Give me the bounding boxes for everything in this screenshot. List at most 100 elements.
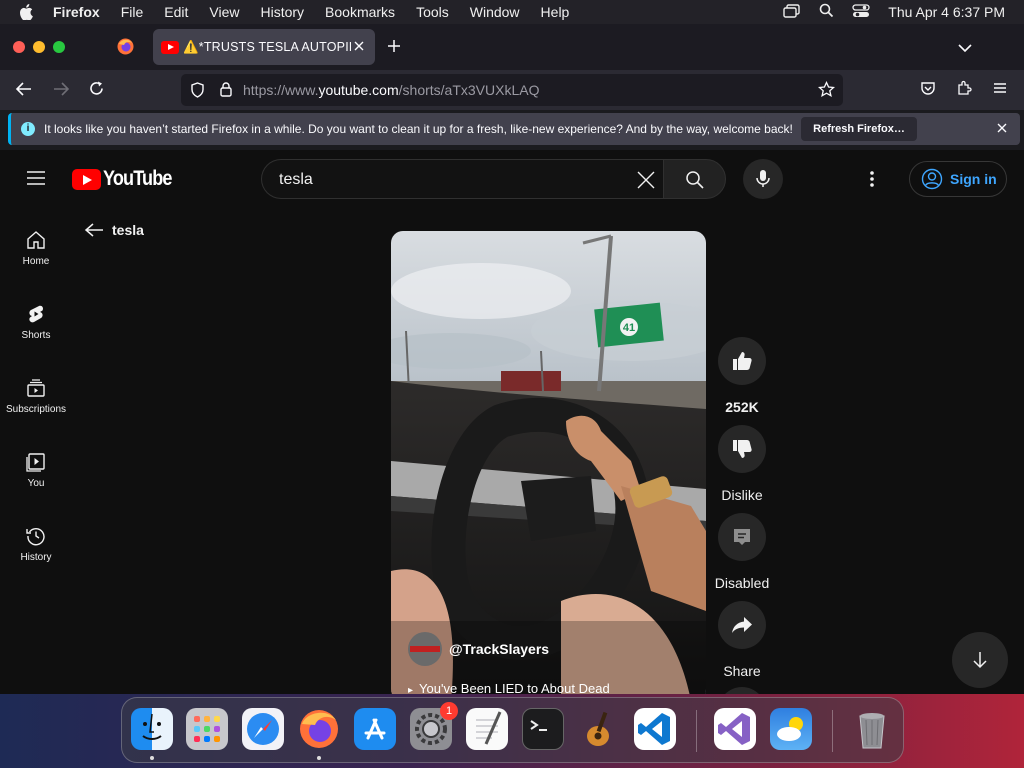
menu-help[interactable]: Help (541, 4, 570, 20)
bookmark-star-icon[interactable] (817, 80, 836, 103)
clear-search-icon[interactable] (635, 169, 657, 196)
window-close-button[interactable] (13, 41, 25, 53)
macos-dock: 1 (121, 697, 904, 763)
dislike-label: Dislike (721, 487, 763, 503)
youtube-page: YouTube tesla Sign in Home Shorts Subscr… (0, 150, 1024, 694)
finder-icon[interactable] (131, 708, 173, 750)
terminal-icon[interactable] (522, 708, 564, 750)
home-icon (27, 231, 45, 249)
next-video-button[interactable] (952, 632, 1008, 688)
list-all-tabs-chevron-down-icon[interactable] (958, 40, 972, 58)
extensions-puzzle-icon[interactable] (956, 80, 972, 101)
screen-mirroring-icon[interactable] (783, 3, 801, 21)
menu-window[interactable]: Window (470, 4, 520, 20)
back-arrow-icon[interactable] (15, 80, 33, 103)
system-settings-icon[interactable]: 1 (410, 702, 458, 750)
tab-close-icon[interactable] (353, 39, 365, 57)
url-text[interactable]: https://www.youtube.com/shorts/aTx3VUXkL… (243, 82, 539, 98)
garageband-icon[interactable] (578, 708, 620, 750)
thumbs-down-icon (733, 440, 752, 458)
short-title[interactable]: You've Been LIED to About Dead (408, 681, 610, 694)
menu-bookmarks[interactable]: Bookmarks (325, 4, 395, 20)
menu-view[interactable]: View (209, 4, 239, 20)
guide-label-shorts: Shorts (21, 330, 51, 341)
vscode-icon[interactable] (634, 708, 676, 750)
dislike-button[interactable]: Dislike (711, 425, 773, 503)
apple-icon[interactable] (19, 4, 35, 20)
reload-icon[interactable] (88, 80, 105, 102)
new-tab-button[interactable] (386, 38, 402, 59)
safari-icon[interactable] (242, 708, 284, 750)
guide-item-history[interactable]: History (0, 526, 72, 563)
like-button[interactable]: 252K (711, 337, 773, 415)
settings-more-icon[interactable] (869, 169, 875, 194)
dock-separator (832, 710, 833, 752)
trash-icon[interactable] (851, 708, 893, 750)
active-tab[interactable]: ⚠️*TRUSTS TESLA AUTOPILOT (153, 29, 375, 65)
menu-file[interactable]: File (121, 4, 144, 20)
guide-label-history: History (20, 552, 52, 563)
tracking-protection-shield-icon[interactable] (190, 82, 205, 103)
notification-close-icon[interactable] (996, 122, 1008, 137)
guide-menu-icon[interactable] (26, 170, 46, 191)
back-to-search-button[interactable]: tesla (84, 222, 144, 238)
guide-item-you[interactable]: You (0, 452, 72, 489)
channel-info[interactable]: @TrackSlayers (408, 632, 549, 666)
window-minimize-button[interactable] (33, 41, 45, 53)
share-button[interactable]: Share (711, 601, 773, 679)
guide-item-home[interactable]: Home (0, 230, 72, 267)
firefox-view-icon[interactable] (117, 38, 134, 60)
thumbs-up-icon (733, 352, 752, 370)
guide-item-subscriptions[interactable]: Subscriptions (0, 378, 72, 415)
forward-arrow-icon[interactable] (52, 80, 70, 103)
video-frame-image: 41 (391, 231, 706, 694)
visual-studio-icon[interactable] (714, 708, 756, 750)
channel-avatar[interactable] (408, 632, 442, 666)
guide-item-shorts[interactable]: Shorts (0, 304, 72, 341)
remix-button[interactable] (718, 687, 766, 694)
account-circle-icon (921, 168, 943, 190)
subscriptions-icon (27, 379, 45, 397)
search-query: tesla (279, 171, 313, 188)
search-button[interactable] (663, 159, 726, 199)
firefox-dock-icon[interactable] (298, 708, 340, 750)
pocket-icon[interactable] (920, 80, 936, 101)
spotlight-search-icon[interactable] (819, 3, 834, 21)
address-bar[interactable]: https://www.youtube.com/shorts/aTx3VUXkL… (181, 74, 843, 106)
launchpad-icon[interactable] (186, 708, 228, 750)
youtube-wordmark: YouTube (103, 167, 172, 190)
window-zoom-button[interactable] (53, 41, 65, 53)
channel-name[interactable]: @TrackSlayers (449, 641, 549, 657)
voice-search-button[interactable] (743, 159, 783, 199)
sign-in-button[interactable]: Sign in (909, 161, 1007, 197)
menu-tools[interactable]: Tools (416, 4, 449, 20)
url-domain: youtube.com (318, 82, 399, 98)
back-label: tesla (112, 222, 144, 238)
refresh-firefox-button[interactable]: Refresh Firefox… (801, 117, 917, 141)
weather-icon[interactable] (770, 708, 812, 750)
firefox-tab-strip: ⚠️*TRUSTS TESLA AUTOPILOT (0, 24, 1024, 70)
menu-history[interactable]: History (260, 4, 304, 20)
textedit-icon[interactable] (466, 708, 508, 750)
dock-separator (696, 710, 697, 752)
guide-label-subscriptions: Subscriptions (5, 404, 67, 415)
lock-icon[interactable] (219, 81, 233, 103)
search-input[interactable]: tesla (261, 159, 663, 199)
arrow-down-icon (973, 652, 987, 669)
road-sign-number: 41 (623, 322, 635, 334)
search-icon (686, 171, 704, 189)
youtube-logo[interactable]: YouTube (72, 167, 183, 191)
menu-clock[interactable]: Thu Apr 4 6:37 PM (888, 4, 1005, 20)
app-store-icon[interactable] (354, 708, 396, 750)
firefox-nav-bar: https://www.youtube.com/shorts/aTx3VUXkL… (0, 70, 1024, 110)
menu-edit[interactable]: Edit (164, 4, 188, 20)
settings-notification-badge: 1 (440, 702, 458, 720)
comments-disabled-label: Disabled (714, 575, 770, 591)
comments-button[interactable]: Disabled (711, 513, 773, 591)
hamburger-menu-icon[interactable] (992, 80, 1008, 101)
finder-running-dot (150, 756, 154, 760)
shorts-video-player[interactable]: 41 (391, 231, 706, 694)
control-center-icon[interactable] (852, 3, 870, 21)
menu-app-name[interactable]: Firefox (53, 4, 100, 20)
firefox-refresh-notification: i It looks like you haven’t started Fire… (8, 113, 1020, 145)
